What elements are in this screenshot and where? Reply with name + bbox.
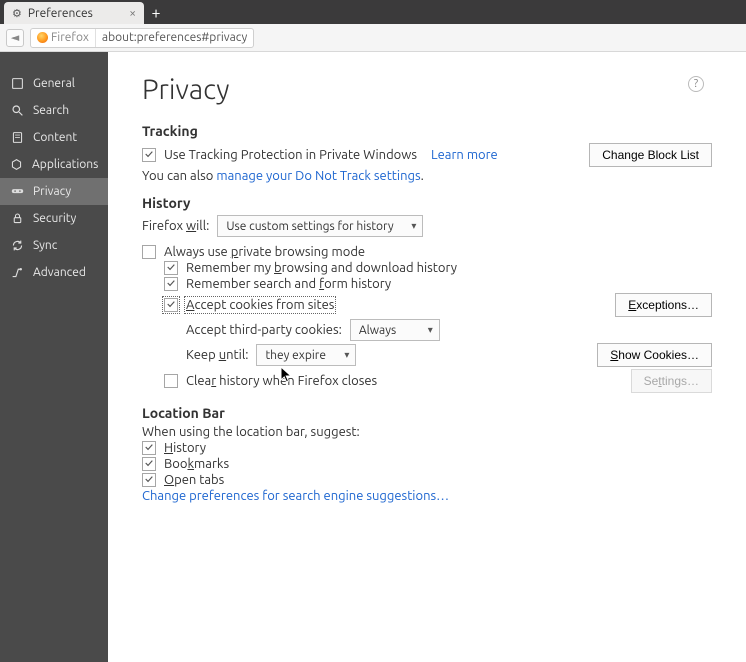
- checkbox-icon: [164, 261, 178, 275]
- lock-icon: [10, 212, 24, 225]
- search-icon: [10, 104, 24, 117]
- browser-tab[interactable]: ⚙ Preferences ×: [4, 2, 144, 24]
- checkbox-label: Remember my browsing and download histor…: [186, 261, 457, 275]
- manage-dnt-link[interactable]: manage your Do Not Track settings: [216, 169, 420, 183]
- sidebar-item-label: Advanced: [33, 266, 86, 279]
- cookie-exceptions-button[interactable]: Exceptions…: [615, 293, 712, 317]
- sidebar-item-label: Applications: [32, 158, 98, 171]
- general-icon: [10, 77, 24, 90]
- location-bar-intro: When using the location bar, suggest:: [142, 425, 360, 439]
- sidebar-item-label: Privacy: [33, 185, 71, 198]
- back-button[interactable]: ◄: [6, 29, 24, 47]
- sidebar-item-general[interactable]: General: [0, 70, 108, 97]
- checkbox-icon: [164, 374, 178, 388]
- show-cookies-button[interactable]: Show Cookies…: [597, 343, 712, 367]
- clear-settings-button: Settings…: [631, 369, 712, 393]
- change-search-suggestions-link[interactable]: Change preferences for search engine sug…: [142, 489, 449, 503]
- learn-more-link[interactable]: Learn more: [431, 148, 498, 162]
- keep-until-label: Keep until:: [186, 348, 248, 362]
- sidebar-item-sync[interactable]: Sync: [0, 232, 108, 259]
- sidebar-item-label: Content: [33, 131, 77, 144]
- location-bar-heading: Location Bar: [142, 405, 712, 421]
- sync-icon: [10, 239, 24, 252]
- checkbox-label: History: [164, 441, 206, 455]
- firefox-will-label: Firefox will:: [142, 219, 209, 233]
- checkbox-label: Always use private browsing mode: [164, 245, 365, 259]
- sidebar-item-privacy[interactable]: Privacy: [0, 178, 108, 205]
- checkbox-label: Clear history when Firefox closes: [186, 374, 377, 388]
- sidebar-item-label: Security: [33, 212, 76, 225]
- new-tab-button[interactable]: +: [144, 2, 168, 24]
- history-mode-select[interactable]: Use custom settings for history: [217, 215, 423, 237]
- advanced-icon: [10, 266, 24, 279]
- checkbox-icon: [142, 473, 156, 487]
- dnt-hint: You can also manage your Do Not Track se…: [142, 169, 424, 183]
- checkbox-icon: [142, 148, 156, 162]
- checkbox-icon: [142, 441, 156, 455]
- firefox-identity-badge: Firefox: [31, 29, 96, 47]
- privacy-icon: [10, 185, 24, 198]
- checkbox-icon: [142, 245, 156, 259]
- page-title: Privacy: [142, 74, 712, 105]
- url-text: about:preferences#privacy: [96, 31, 253, 44]
- third-party-select[interactable]: Always: [350, 319, 440, 341]
- preferences-sidebar: General Search Content Applications Priv…: [0, 52, 108, 662]
- checkbox-label: Open tabs: [164, 473, 224, 487]
- remember-search-checkbox[interactable]: Remember search and form history: [164, 277, 391, 291]
- change-block-list-button[interactable]: Change Block List: [589, 143, 712, 167]
- sidebar-item-label: Sync: [33, 239, 57, 252]
- gear-icon: ⚙: [12, 7, 22, 20]
- sidebar-item-content[interactable]: Content: [0, 124, 108, 151]
- sidebar-item-advanced[interactable]: Advanced: [0, 259, 108, 286]
- tracking-protection-checkbox[interactable]: Use Tracking Protection in Private Windo…: [142, 148, 417, 162]
- remember-history-checkbox[interactable]: Remember my browsing and download histor…: [164, 261, 457, 275]
- suggest-open-tabs-checkbox[interactable]: Open tabs: [142, 473, 224, 487]
- sidebar-item-security[interactable]: Security: [0, 205, 108, 232]
- applications-icon: [10, 158, 23, 171]
- accept-cookies-checkbox[interactable]: Accept cookies from sites: [164, 298, 334, 312]
- sidebar-item-label: Search: [33, 104, 69, 117]
- clear-on-close-checkbox[interactable]: Clear history when Firefox closes: [164, 374, 377, 388]
- keep-until-select[interactable]: they expire: [256, 344, 356, 366]
- content-icon: [10, 131, 24, 144]
- sidebar-item-label: General: [33, 77, 75, 90]
- checkbox-label: Accept cookies from sites: [186, 298, 334, 312]
- suggest-bookmarks-checkbox[interactable]: Bookmarks: [142, 457, 229, 471]
- checkbox-label: Bookmarks: [164, 457, 229, 471]
- history-heading: History: [142, 195, 712, 211]
- sidebar-item-search[interactable]: Search: [0, 97, 108, 124]
- checkbox-icon: [164, 277, 178, 291]
- tab-title: Preferences: [28, 7, 123, 20]
- checkbox-icon: [164, 298, 178, 312]
- firefox-icon: [37, 32, 48, 43]
- suggest-history-checkbox[interactable]: History: [142, 441, 206, 455]
- close-icon[interactable]: ×: [129, 7, 136, 20]
- third-party-label: Accept third-party cookies:: [186, 323, 342, 337]
- checkbox-label: Remember search and form history: [186, 277, 391, 291]
- help-icon[interactable]: ?: [688, 76, 704, 92]
- sidebar-item-applications[interactable]: Applications: [0, 151, 108, 178]
- checkbox-icon: [142, 457, 156, 471]
- always-private-checkbox[interactable]: Always use private browsing mode: [142, 245, 365, 259]
- tracking-heading: Tracking: [142, 123, 712, 139]
- checkbox-label: Use Tracking Protection in Private Windo…: [164, 148, 417, 162]
- url-bar[interactable]: Firefox about:preferences#privacy: [30, 28, 254, 48]
